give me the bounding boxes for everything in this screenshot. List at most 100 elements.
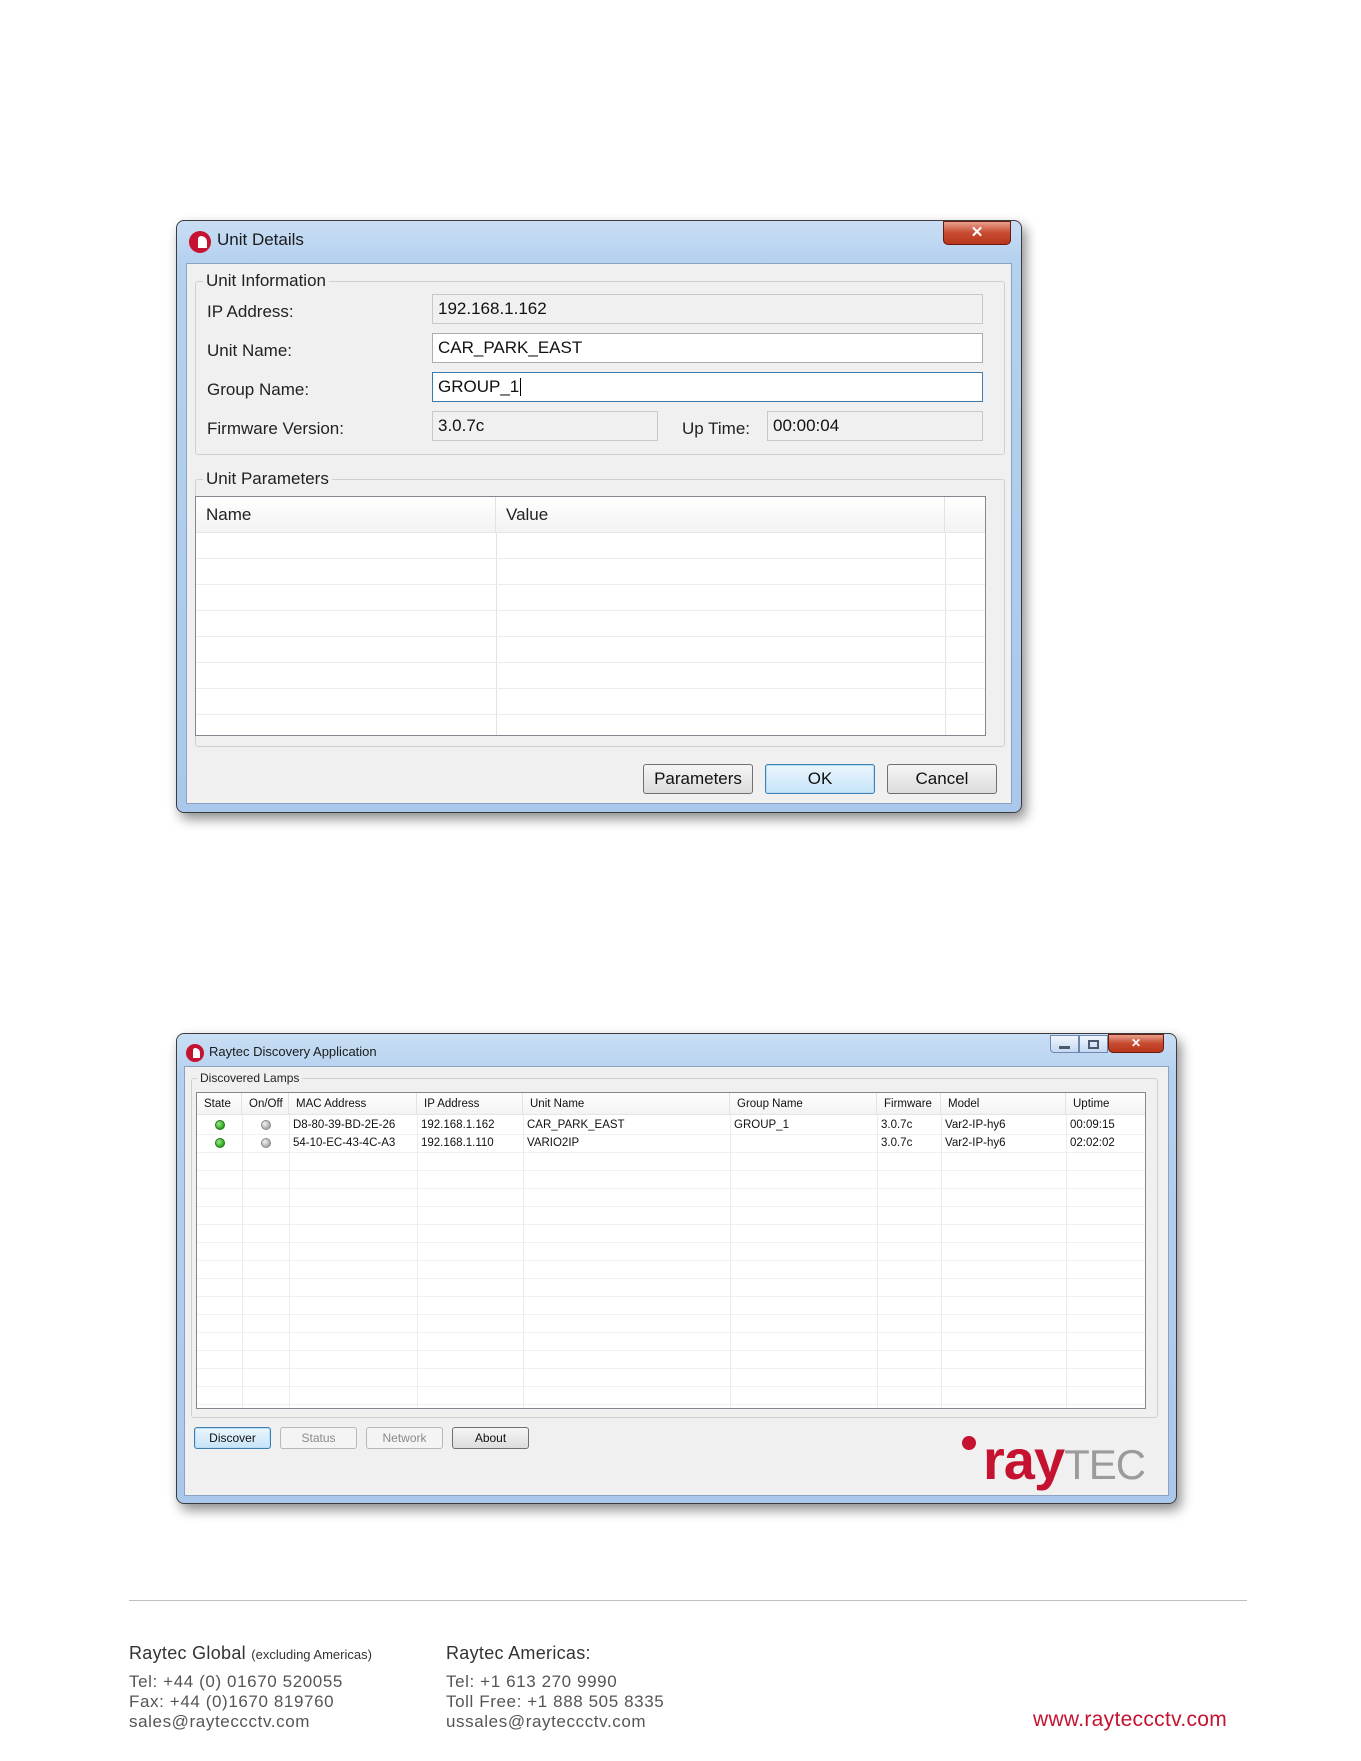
- footer-divider: [129, 1600, 1247, 1601]
- group-name-label: Group Name:: [207, 380, 310, 399]
- firmware-cell: 3.0.7c: [881, 1137, 913, 1149]
- global-email-link[interactable]: sales@raytecсctv.com: [129, 1712, 310, 1732]
- raytec-mark-icon: [962, 1436, 976, 1450]
- global-heading-text: Raytec Global: [129, 1643, 246, 1663]
- unit-details-window: Unit Details ✕ Unit Information IP Addre…: [176, 220, 1022, 813]
- raytec-logo-icon: [186, 1044, 204, 1062]
- minimize-icon: [1059, 1046, 1070, 1049]
- global-note: (excluding Americas): [251, 1647, 372, 1662]
- ip-address-field: 192.168.1.162: [432, 294, 983, 324]
- unit-name-cell: VARIO2IP: [527, 1137, 580, 1149]
- column-header-state[interactable]: State: [197, 1093, 242, 1115]
- americas-email-link[interactable]: ussales@raytecсctv.com: [446, 1712, 646, 1732]
- ip-address-value: 192.168.1.162: [438, 299, 547, 318]
- window-title: Raytec Discovery Application: [209, 1044, 377, 1059]
- column-header-uptime[interactable]: Uptime: [1066, 1093, 1145, 1115]
- row-divider: [197, 1404, 1145, 1405]
- unit-parameters-label: Unit Parameters: [203, 469, 332, 489]
- raytec-brand-logo: rayTEC: [983, 1432, 1146, 1493]
- column-divider: [523, 1115, 524, 1408]
- close-button[interactable]: ✕: [1108, 1034, 1164, 1053]
- americas-heading: Raytec Americas:: [446, 1643, 591, 1663]
- row-divider: [196, 636, 985, 637]
- global-tel: Tel: +44 (0) 01670 520055: [129, 1672, 343, 1691]
- group-name-input[interactable]: GROUP_1: [432, 372, 983, 402]
- maximize-icon: [1088, 1040, 1099, 1049]
- parameters-table[interactable]: Name Value: [195, 496, 986, 736]
- row-divider: [197, 1224, 1145, 1225]
- minimize-button[interactable]: [1050, 1035, 1079, 1053]
- website-link[interactable]: www.raytecсctv.com: [1033, 1708, 1227, 1732]
- row-divider: [197, 1188, 1145, 1189]
- row-divider: [197, 1170, 1145, 1171]
- row-divider: [196, 558, 985, 559]
- column-header-ip[interactable]: IP Address: [417, 1093, 523, 1115]
- column-header-onoff[interactable]: On/Off: [242, 1093, 289, 1115]
- close-button[interactable]: ✕: [943, 221, 1011, 245]
- firmware-version-value: 3.0.7c: [438, 416, 485, 435]
- global-fax: Fax: +44 (0)1670 819760: [129, 1692, 335, 1711]
- table-header: State On/Off MAC Address IP Address Unit…: [197, 1093, 1145, 1115]
- discovered-lamps-label: Discovered Lamps: [197, 1071, 303, 1085]
- row-divider: [197, 1260, 1145, 1261]
- row-divider: [196, 584, 985, 585]
- group-name-cell: [730, 1134, 734, 1152]
- column-divider: [945, 533, 946, 735]
- raytec-logo-icon: [189, 231, 211, 253]
- maximize-button[interactable]: [1079, 1035, 1108, 1053]
- ip-cell: 192.168.1.162: [421, 1119, 495, 1131]
- row-divider: [197, 1152, 1145, 1153]
- row-divider: [197, 1296, 1145, 1297]
- column-header-name[interactable]: Name: [196, 497, 496, 533]
- column-divider: [242, 1115, 243, 1408]
- table-row[interactable]: 54-10-EC-43-4C-A3 192.168.1.110 VARIO2IP…: [197, 1134, 1145, 1152]
- group-name-cell: GROUP_1: [734, 1119, 789, 1131]
- mac-cell: D8-80-39-BD-2E-26: [293, 1119, 396, 1131]
- network-button[interactable]: Network: [366, 1427, 443, 1449]
- firmware-version-label: Firmware Version:: [207, 419, 344, 438]
- unit-name-cell: CAR_PARK_EAST: [527, 1119, 625, 1131]
- column-divider: [941, 1115, 942, 1408]
- about-button[interactable]: About: [452, 1427, 529, 1449]
- column-divider: [289, 1115, 290, 1408]
- dialog-client-area: Unit Information IP Address: 192.168.1.1…: [186, 263, 1012, 804]
- state-indicator-icon: [215, 1138, 225, 1148]
- cancel-button[interactable]: Cancel: [887, 764, 997, 794]
- row-divider: [197, 1368, 1145, 1369]
- ok-button[interactable]: OK: [765, 764, 875, 794]
- ip-address-label: IP Address:: [207, 302, 294, 321]
- column-divider: [730, 1115, 731, 1408]
- column-divider: [1066, 1115, 1067, 1408]
- column-header-group-name[interactable]: Group Name: [730, 1093, 877, 1115]
- brand-tec: TEC: [1064, 1441, 1146, 1488]
- table-row[interactable]: D8-80-39-BD-2E-26 192.168.1.162 CAR_PARK…: [197, 1116, 1145, 1134]
- row-divider: [197, 1278, 1145, 1279]
- row-divider: [196, 610, 985, 611]
- americas-tel: Tel: +1 613 270 9990: [446, 1672, 618, 1691]
- column-divider: [877, 1115, 878, 1408]
- onoff-indicator-icon: [261, 1120, 271, 1130]
- column-divider: [417, 1115, 418, 1408]
- group-name-value: GROUP_1: [438, 377, 520, 396]
- column-header-value[interactable]: Value: [496, 497, 945, 533]
- unit-information-group: Unit Information IP Address: 192.168.1.1…: [195, 271, 1005, 455]
- table-header: Name Value: [196, 497, 985, 533]
- unit-information-label: Unit Information: [203, 271, 329, 291]
- row-divider: [197, 1386, 1145, 1387]
- row-divider: [196, 662, 985, 663]
- column-header-model[interactable]: Model: [941, 1093, 1066, 1115]
- lamps-table[interactable]: State On/Off MAC Address IP Address Unit…: [196, 1092, 1146, 1409]
- parameters-button[interactable]: Parameters: [643, 764, 753, 794]
- uptime-label: Up Time:: [682, 419, 751, 438]
- ip-cell: 192.168.1.110: [421, 1137, 494, 1149]
- model-cell: Var2-IP-hy6: [945, 1137, 1006, 1149]
- uptime-value: 00:00:04: [773, 416, 840, 435]
- column-header-mac[interactable]: MAC Address: [289, 1093, 417, 1115]
- status-button[interactable]: Status: [280, 1427, 357, 1449]
- column-header-firmware[interactable]: Firmware: [877, 1093, 941, 1115]
- discover-button[interactable]: Discover: [194, 1427, 271, 1449]
- discovery-client-area: Discovered Lamps State On/Off MAC Addres…: [184, 1066, 1169, 1496]
- column-header-unit-name[interactable]: Unit Name: [523, 1093, 730, 1115]
- unit-name-input[interactable]: CAR_PARK_EAST: [432, 333, 983, 363]
- row-divider: [196, 688, 985, 689]
